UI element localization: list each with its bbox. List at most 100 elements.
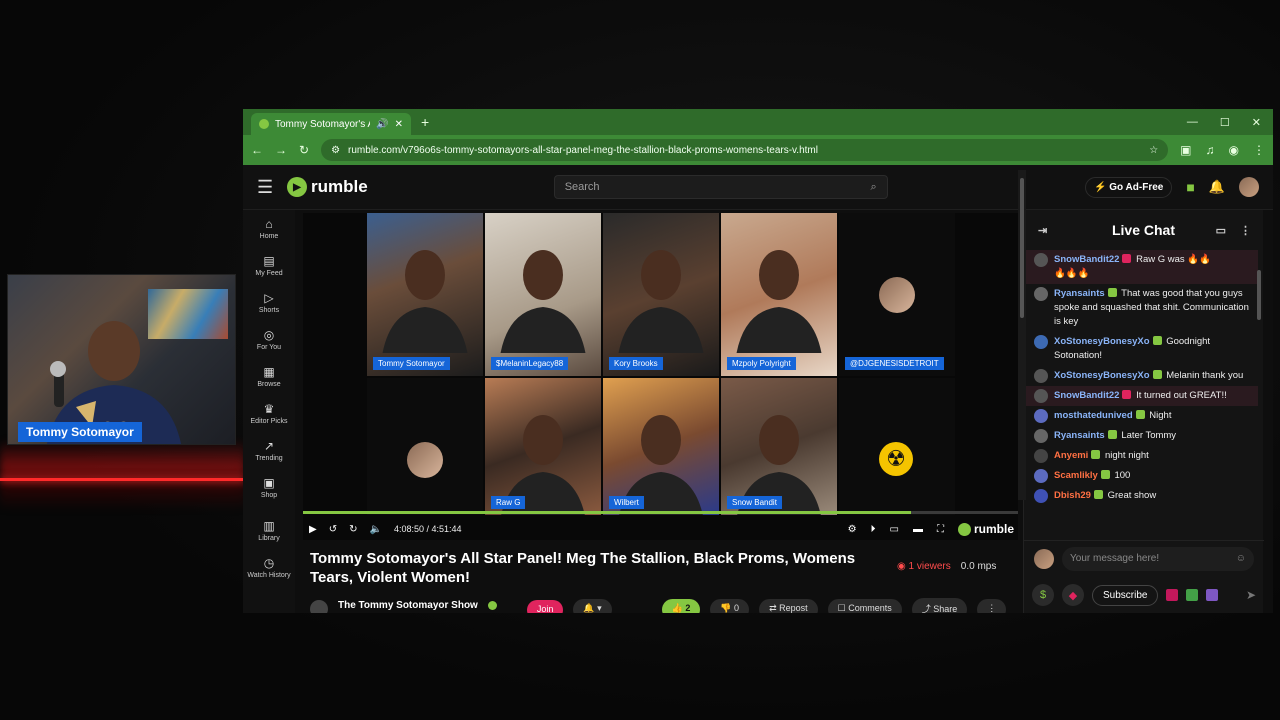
- share-button[interactable]: ⤴ Share: [911, 598, 968, 613]
- participant-name-tag: Tommy Sotomayor: [373, 357, 450, 370]
- chat-username[interactable]: Scamlikly: [1054, 470, 1098, 481]
- chat-menu-icon[interactable]: ⋮: [1240, 224, 1251, 237]
- rumble-logo[interactable]: ▶ rumble: [287, 177, 368, 197]
- page-scrollbar[interactable]: [1018, 170, 1026, 500]
- settings-icon[interactable]: ⚙: [848, 524, 857, 535]
- chat-username[interactable]: SnowBandit22: [1054, 390, 1119, 401]
- emote-purple-icon[interactable]: [1206, 589, 1219, 601]
- chat-username[interactable]: mosthatedunived: [1054, 410, 1133, 421]
- close-window-icon[interactable]: ✕: [1252, 116, 1261, 129]
- notification-bell-icon[interactable]: 🔔: [1209, 179, 1225, 195]
- profile-icon[interactable]: ◉: [1229, 143, 1239, 157]
- repost-button[interactable]: ⇄ Repost: [759, 599, 818, 613]
- url-field[interactable]: ⚙ rumble.com/v796o6s-tommy-sotomayors-al…: [321, 139, 1169, 161]
- sidebar-item-editor-picks[interactable]: ♛ Editor Picks: [243, 395, 295, 432]
- sidebar-item-watch-history[interactable]: ◷ Watch History: [243, 549, 295, 586]
- chat-user-avatar[interactable]: [1034, 389, 1048, 403]
- chat-user-avatar[interactable]: [1034, 449, 1048, 463]
- bookmark-star-icon[interactable]: ☆: [1149, 145, 1158, 156]
- cast-icon[interactable]: ▣: [1180, 143, 1191, 157]
- site-info-icon[interactable]: ⚙: [331, 145, 340, 156]
- sidebar-item-shop[interactable]: ▣ Shop: [243, 469, 295, 506]
- chat-user-avatar[interactable]: [1034, 287, 1048, 301]
- sidebar-item-trending[interactable]: ↗ Trending: [243, 432, 295, 469]
- chat-user-avatar[interactable]: [1034, 469, 1048, 483]
- chat-username[interactable]: Ryansaints: [1054, 288, 1105, 299]
- gift-icon[interactable]: ◆: [1062, 584, 1084, 606]
- comments-button[interactable]: ☐ Comments: [827, 599, 902, 613]
- chat-user-avatar[interactable]: [1034, 489, 1048, 503]
- left-sidebar: ⌂ Home ▤ My Feed ▷ Shorts ◎ For You ▦ Browse ♛ Edit…: [243, 210, 295, 613]
- miniplayer-icon[interactable]: ▭: [890, 524, 899, 535]
- hamburger-menu-icon[interactable]: ☰: [257, 177, 287, 198]
- media-icon[interactable]: ♫: [1206, 143, 1215, 157]
- minimize-icon[interactable]: —: [1187, 116, 1198, 129]
- sidebar-item-my-feed[interactable]: ▤ My Feed: [243, 247, 295, 284]
- channel-name[interactable]: The Tommy Sotomayor Show: [338, 600, 478, 611]
- collapse-chat-icon[interactable]: ⇥: [1038, 224, 1047, 237]
- webcam-name-tag: Tommy Sotomayor: [18, 422, 142, 442]
- sidebar-item-for-you[interactable]: ◎ For You: [243, 321, 295, 358]
- volume-icon[interactable]: 🔈: [369, 524, 381, 535]
- chat-username[interactable]: XoStonesyBonesyXo: [1054, 336, 1150, 347]
- chat-user-avatar[interactable]: [1034, 253, 1048, 267]
- theater-mode-icon[interactable]: ▬: [913, 524, 923, 535]
- autoplay-toggle-icon[interactable]: ⏵: [871, 524, 876, 535]
- close-tab-icon[interactable]: ✕: [395, 119, 403, 130]
- video-player[interactable]: Tommy Sotomayor $MelaninLegacy88 Kory Broo…: [303, 213, 1018, 540]
- send-icon[interactable]: ➤: [1246, 588, 1256, 602]
- chat-header: ⇥ Live Chat ▭ ⋮: [1024, 210, 1263, 250]
- chat-username[interactable]: SnowBandit22: [1054, 254, 1119, 265]
- play-icon[interactable]: ▶: [309, 524, 317, 535]
- progress-bar[interactable]: [303, 511, 1018, 514]
- subscribe-button[interactable]: Subscribe: [1092, 584, 1159, 606]
- chat-username[interactable]: Dbish29: [1054, 490, 1091, 501]
- dislike-button[interactable]: 👎 0: [710, 599, 750, 613]
- forward-skip-icon[interactable]: ↻: [349, 524, 357, 535]
- chat-message-body: XoStonesyBonesyXo Goodnight Sotonation!: [1054, 335, 1250, 363]
- popout-chat-icon[interactable]: ▭: [1216, 224, 1226, 237]
- chat-username[interactable]: XoStonesyBonesyXo: [1054, 370, 1150, 381]
- more-options-button[interactable]: ⋮: [977, 599, 1007, 613]
- emote-pink-icon[interactable]: [1166, 589, 1179, 601]
- user-avatar[interactable]: [1239, 177, 1259, 197]
- chat-message-input[interactable]: Your message here! ☺: [1062, 546, 1254, 571]
- emote-green-icon[interactable]: [1186, 589, 1199, 601]
- browser-tab[interactable]: Tommy Sotomayor's All St 🔊 ✕: [251, 113, 411, 135]
- fullscreen-icon[interactable]: ⛶: [937, 524, 944, 535]
- menu-dots-icon[interactable]: ⋮: [1253, 143, 1265, 157]
- emoji-icon[interactable]: ☺: [1236, 553, 1246, 564]
- chat-username[interactable]: Ryansaints: [1054, 430, 1105, 441]
- chat-user-avatar[interactable]: [1034, 429, 1048, 443]
- page-scrollbar-thumb[interactable]: [1020, 178, 1024, 318]
- rant-dollar-icon[interactable]: $: [1032, 584, 1054, 606]
- participant-figure: [381, 250, 469, 363]
- forward-icon[interactable]: →: [275, 143, 287, 157]
- search-input[interactable]: Search ⌕: [553, 175, 888, 199]
- chat-scrollbar[interactable]: [1257, 270, 1261, 320]
- back-icon[interactable]: ←: [251, 143, 263, 157]
- search-icon[interactable]: ⌕: [871, 181, 877, 194]
- new-tab-button[interactable]: +: [421, 114, 429, 130]
- sidebar-item-shorts[interactable]: ▷ Shorts: [243, 284, 295, 321]
- chat-user-avatar[interactable]: [1034, 335, 1048, 349]
- chat-message-body: SnowBandit22 Raw G was 🔥🔥 🔥🔥🔥: [1054, 253, 1211, 281]
- chat-username[interactable]: Anyemi: [1054, 450, 1088, 461]
- speaker-icon[interactable]: 🔊: [376, 119, 388, 130]
- like-button[interactable]: 👍 2: [661, 599, 701, 613]
- maximize-icon[interactable]: ☐: [1220, 116, 1230, 129]
- sidebar-item-library[interactable]: ▥ Library: [243, 512, 295, 549]
- notification-toggle-button[interactable]: 🔔 ▾: [573, 599, 612, 613]
- reload-icon[interactable]: ↻: [299, 143, 309, 157]
- chat-user-avatar[interactable]: [1034, 369, 1048, 383]
- sidebar-item-home[interactable]: ⌂ Home: [243, 210, 295, 247]
- chat-user-avatar[interactable]: [1034, 409, 1048, 423]
- join-button[interactable]: Join: [526, 599, 564, 613]
- channel-avatar[interactable]: [310, 599, 328, 613]
- rewind-icon[interactable]: ↺: [329, 524, 337, 535]
- sidebar-item-browse[interactable]: ▦ Browse: [243, 358, 295, 395]
- go-live-camera-icon[interactable]: ■: [1186, 179, 1194, 195]
- go-ad-free-button[interactable]: ⚡ Go Ad-Free: [1085, 176, 1173, 198]
- chat-message-body: Ryansaints That was good that you guys s…: [1054, 287, 1250, 329]
- rumble-watermark[interactable]: rumble: [957, 522, 1014, 536]
